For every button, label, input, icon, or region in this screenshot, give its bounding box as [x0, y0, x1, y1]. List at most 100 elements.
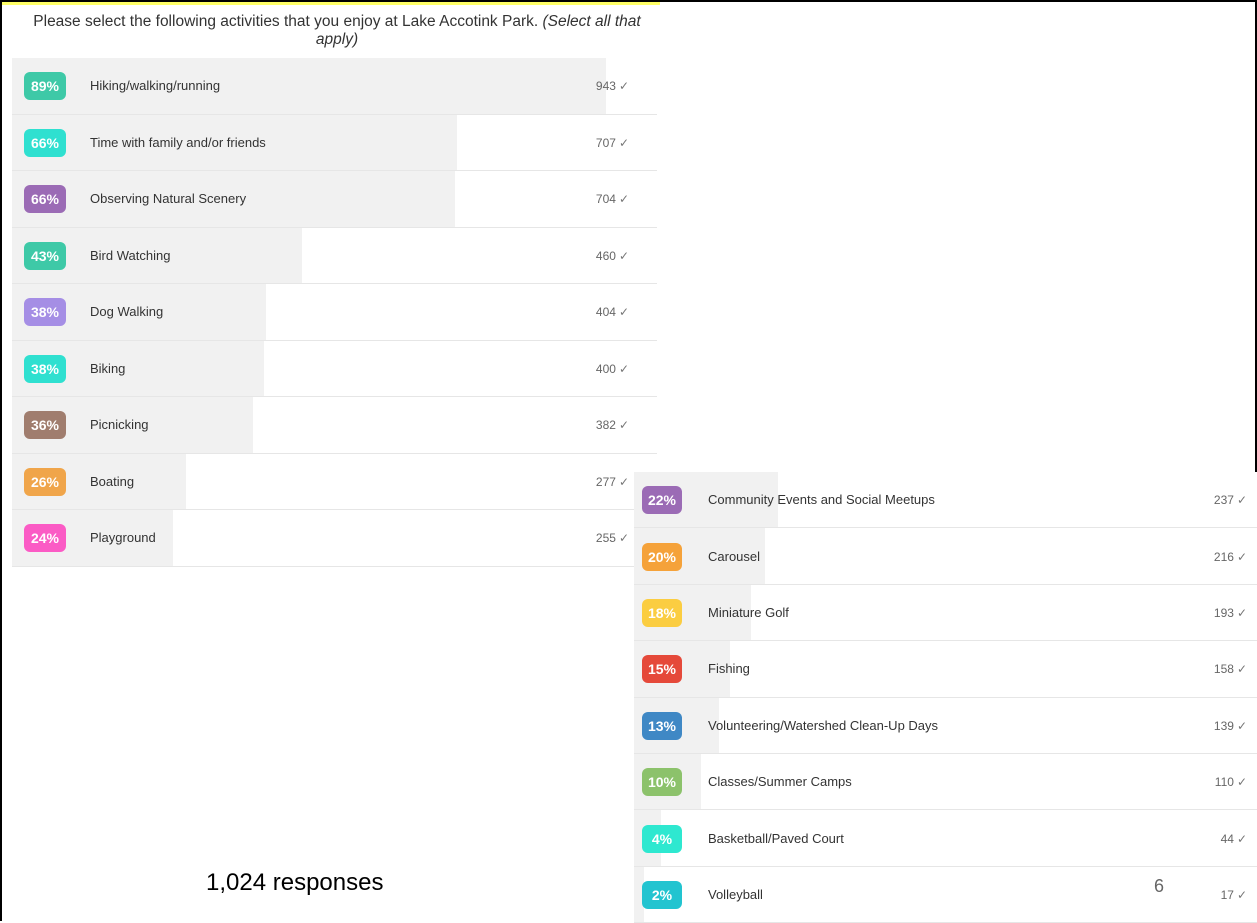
- option-count-community-events-and-social-meetups: 237 ✓: [1214, 492, 1247, 508]
- count-value: 237: [1213, 493, 1234, 508]
- result-row-carousel: 20% Carousel 216 ✓: [634, 528, 1257, 585]
- count-value: 139: [1213, 718, 1234, 733]
- option-count-boating: 277 ✓: [596, 474, 629, 490]
- option-count-biking: 400 ✓: [596, 361, 629, 377]
- option-count-basketball-paved-court: 44 ✓: [1221, 831, 1247, 847]
- option-count-picnicking: 382 ✓: [596, 417, 629, 433]
- result-row-biking: 38% Biking 400 ✓: [12, 340, 657, 397]
- checkmark-icon: ✓: [618, 531, 629, 546]
- result-row-miniature-golf: 18% Miniature Golf 193 ✓: [634, 584, 1257, 642]
- option-count-miniature-golf: 193 ✓: [1214, 605, 1247, 621]
- percent-badge-playground: 24%: [24, 524, 66, 553]
- count-value: 460: [595, 248, 616, 263]
- count-value: 17: [1220, 887, 1234, 902]
- percent-badge-observing-natural-scenery: 66%: [24, 185, 66, 214]
- checkmark-icon: ✓: [1236, 605, 1247, 620]
- option-count-volunteering-watershed-clean-up-days: 139 ✓: [1214, 718, 1247, 734]
- option-label-hiking-walking-running: Hiking/walking/running: [90, 78, 221, 94]
- option-count-observing-natural-scenery: 704 ✓: [596, 191, 629, 207]
- count-value: 158: [1213, 662, 1234, 677]
- result-row-playground: 24% Playground 255 ✓: [12, 510, 657, 567]
- checkmark-icon: ✓: [618, 361, 629, 376]
- option-count-dog-walking: 404 ✓: [596, 304, 629, 320]
- option-label-volunteering-watershed-clean-up-days: Volunteering/Watershed Clean-Up Days: [708, 717, 939, 733]
- result-row-volunteering-watershed-clean-up-days: 13% Volunteering/Watershed Clean-Up Days 1…: [634, 697, 1257, 754]
- checkmark-icon: ✓: [618, 418, 629, 433]
- percent-badge-community-events-and-social-meetups: 22%: [642, 486, 682, 515]
- option-count-classes-summer-camps: 110 ✓: [1215, 774, 1247, 790]
- checkmark-icon: ✓: [1236, 662, 1247, 677]
- percent-badge-boating: 26%: [24, 467, 66, 496]
- percent-badge-miniature-golf: 18%: [642, 598, 682, 627]
- option-label-carousel: Carousel: [708, 548, 761, 564]
- option-label-bird-watching: Bird Watching: [90, 247, 171, 263]
- result-row-picnicking: 36% Picnicking 382 ✓: [12, 397, 657, 454]
- option-label-volleyball: Volleyball: [708, 886, 763, 902]
- option-count-volleyball: 17 ✓: [1221, 887, 1247, 903]
- result-row-boating: 26% Boating 277 ✓: [12, 453, 657, 510]
- result-row-observing-natural-scenery: 66% Observing Natural Scenery 704 ✓: [12, 171, 657, 228]
- percent-badge-bird-watching: 43%: [24, 241, 66, 270]
- option-label-boating: Boating: [90, 473, 135, 489]
- option-label-fishing: Fishing: [708, 661, 750, 677]
- result-row-classes-summer-camps: 10% Classes/Summer Camps 110 ✓: [634, 754, 1257, 811]
- count-value: 277: [595, 474, 616, 489]
- page-number: 6: [1154, 876, 1165, 896]
- checkmark-icon: ✓: [618, 192, 629, 207]
- percent-badge-volleyball: 2%: [642, 880, 682, 909]
- percent-badge-volunteering-watershed-clean-up-days: 13%: [642, 711, 682, 740]
- result-row-time-with-family-and-or-friends: 66% Time with family and/or friends 707 ✓: [12, 114, 657, 171]
- results-panel-left: 89% Hiking/walking/running 943 ✓ 66% Time wit…: [12, 58, 657, 567]
- checkmark-icon: ✓: [1236, 775, 1247, 790]
- option-count-time-with-family-and-or-friends: 707 ✓: [596, 135, 629, 151]
- checkmark-icon: ✓: [618, 248, 629, 263]
- count-value: 193: [1213, 605, 1234, 620]
- checkmark-icon: ✓: [1236, 493, 1247, 508]
- option-label-basketball-paved-court: Basketball/Paved Court: [708, 830, 844, 846]
- count-value: 216: [1213, 549, 1234, 564]
- result-row-bird-watching: 43% Bird Watching 460 ✓: [12, 227, 657, 284]
- checkmark-icon: ✓: [618, 305, 629, 320]
- option-label-community-events-and-social-meetups: Community Events and Social Meetups: [708, 492, 935, 508]
- result-row-basketball-paved-court: 4% Basketball/Paved Court 44 ✓: [634, 810, 1257, 867]
- option-count-hiking-walking-running: 943 ✓: [596, 78, 629, 94]
- checkmark-icon: ✓: [1236, 718, 1247, 733]
- question-text: Please select the following activities t…: [14, 13, 660, 49]
- percent-badge-classes-summer-camps: 10%: [642, 768, 682, 797]
- option-label-classes-summer-camps: Classes/Summer Camps: [708, 774, 852, 790]
- checkmark-icon: ✓: [1236, 549, 1247, 564]
- percent-badge-biking: 38%: [24, 354, 66, 383]
- percent-badge-basketball-paved-court: 4%: [642, 824, 682, 853]
- count-value: 943: [595, 79, 616, 94]
- count-value: 707: [595, 135, 616, 150]
- count-value: 404: [595, 305, 616, 320]
- result-row-fishing: 15% Fishing 158 ✓: [634, 641, 1257, 698]
- option-count-carousel: 216 ✓: [1214, 549, 1247, 565]
- percent-badge-picnicking: 36%: [24, 411, 66, 440]
- percent-badge-dog-walking: 38%: [24, 298, 66, 327]
- result-row-dog-walking: 38% Dog Walking 404 ✓: [12, 284, 657, 341]
- checkmark-icon: ✓: [618, 474, 629, 489]
- option-count-bird-watching: 460 ✓: [596, 248, 629, 264]
- count-value: 44: [1220, 831, 1234, 846]
- count-value: 382: [595, 418, 616, 433]
- option-label-time-with-family-and-or-friends: Time with family and/or friends: [90, 134, 266, 150]
- checkmark-icon: ✓: [1236, 831, 1247, 846]
- option-label-observing-natural-scenery: Observing Natural Scenery: [90, 191, 247, 207]
- percent-badge-time-with-family-and-or-friends: 66%: [24, 128, 66, 157]
- percent-badge-hiking-walking-running: 89%: [24, 72, 66, 101]
- results-panel-right: 22% Community Events and Social Meetups 23…: [634, 472, 1257, 923]
- count-value: 704: [595, 192, 616, 207]
- option-label-picnicking: Picnicking: [90, 417, 149, 433]
- checkmark-icon: ✓: [618, 79, 629, 94]
- responses-count: 1,024 responses: [206, 869, 384, 896]
- count-value: 110: [1214, 775, 1234, 790]
- option-count-playground: 255 ✓: [596, 530, 629, 546]
- result-row-hiking-walking-running: 89% Hiking/walking/running 943 ✓: [12, 58, 657, 115]
- option-label-playground: Playground: [90, 530, 156, 546]
- count-value: 255: [595, 531, 616, 546]
- checkmark-icon: ✓: [1236, 887, 1247, 902]
- result-row-community-events-and-social-meetups: 22% Community Events and Social Meetups 23…: [634, 472, 1257, 529]
- count-value: 400: [595, 361, 616, 376]
- question-main: Please select the following activities t…: [33, 13, 539, 30]
